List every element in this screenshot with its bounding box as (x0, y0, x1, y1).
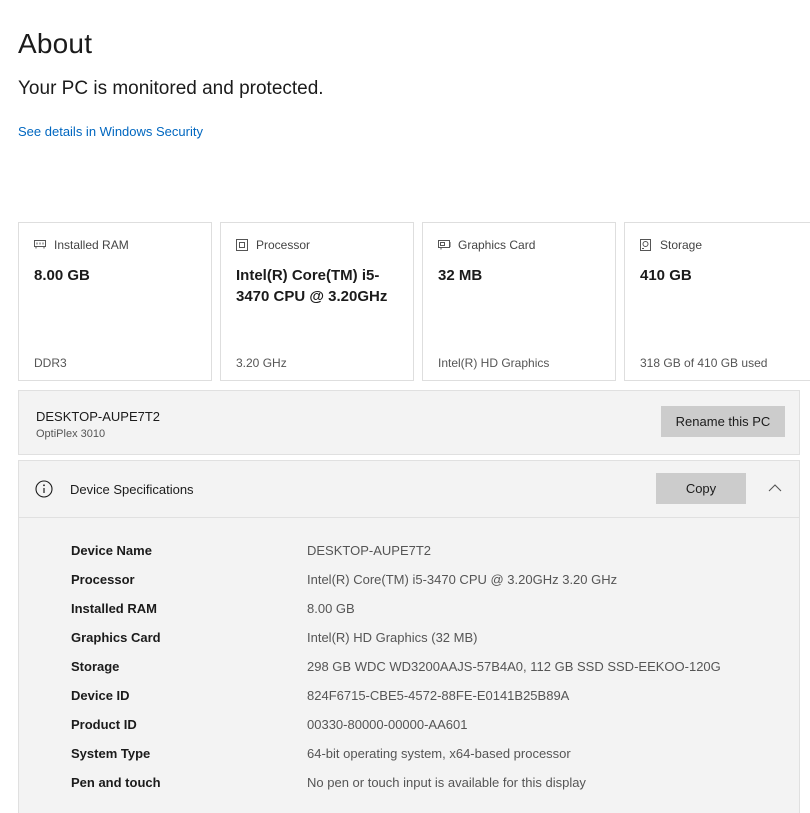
processor-icon (236, 239, 248, 251)
card-label: Graphics Card (458, 238, 536, 252)
ram-icon (34, 239, 46, 251)
page-title: About (18, 28, 93, 59)
summary-cards: Installed RAM 8.00 GB DDR3 Processor Int… (18, 222, 810, 381)
card-storage: Storage 410 GB 318 GB of 410 GB used (624, 222, 810, 381)
card-footer: Intel(R) HD Graphics (438, 356, 550, 370)
card-graphics-card: Graphics Card 32 MB Intel(R) HD Graphics (422, 222, 616, 381)
spec-label: Device ID (71, 688, 130, 703)
storage-icon (640, 239, 652, 251)
card-value: Intel(R) Core(TM) i5-3470 CPU @ 3.20GHz (236, 267, 388, 305)
spec-label: Device Name (71, 543, 152, 558)
spec-label: Installed RAM (71, 601, 157, 616)
spec-value: No pen or touch input is available for t… (307, 775, 586, 790)
card-footer: 318 GB of 410 GB used (640, 356, 768, 370)
about-page: About Your PC is monitored and protected… (0, 0, 810, 813)
spec-label: Processor (71, 572, 135, 587)
card-footer: 3.20 GHz (236, 356, 287, 370)
pc-model: OptiPlex 3010 (36, 428, 106, 440)
card-processor: Processor Intel(R) Core(TM) i5-3470 CPU … (220, 222, 414, 381)
chevron-up-icon[interactable] (767, 481, 783, 493)
spec-label: Graphics Card (71, 630, 161, 645)
spec-value: Intel(R) Core(TM) i5-3470 CPU @ 3.20GHz … (307, 572, 618, 587)
pc-name: DESKTOP-AUPE7T2 (36, 409, 161, 424)
spec-value: 8.00 GB (307, 601, 355, 616)
windows-security-link[interactable]: See details in Windows Security (18, 124, 203, 139)
spec-label: Storage (71, 659, 120, 674)
card-label: Storage (660, 238, 703, 252)
protection-status: Your PC is monitored and protected. (18, 78, 324, 99)
copy-button[interactable]: Copy (656, 473, 746, 504)
card-installed-ram: Installed RAM 8.00 GB DDR3 (18, 222, 212, 381)
device-specifications-panel: Device Specifications Copy Device Name D… (18, 460, 800, 813)
card-label: Installed RAM (54, 238, 129, 252)
card-value: 410 GB (640, 267, 692, 284)
pc-name-bar: DESKTOP-AUPE7T2 OptiPlex 3010 Rename thi… (18, 390, 800, 455)
spec-value: 64-bit operating system, x64-based proce… (307, 746, 571, 761)
graphics-card-icon (438, 239, 451, 251)
card-label: Processor (256, 238, 311, 252)
spec-label: Product ID (71, 717, 137, 732)
rename-pc-button[interactable]: Rename this PC (661, 406, 785, 437)
spec-value: 824F6715-CBE5-4572-88FE-E0141B25B89A (307, 688, 570, 703)
spec-value: 00330-80000-00000-AA601 (307, 717, 468, 732)
spec-value: 298 GB WDC WD3200AAJS-57B4A0, 112 GB SSD… (307, 659, 721, 674)
spec-label: System Type (71, 746, 151, 761)
spec-value: Intel(R) HD Graphics (32 MB) (307, 630, 478, 645)
info-icon (35, 480, 53, 498)
spec-label: Pen and touch (71, 775, 161, 790)
spec-value: DESKTOP-AUPE7T2 (307, 543, 432, 558)
card-value: 8.00 GB (34, 267, 90, 284)
card-value: 32 MB (438, 267, 483, 284)
card-footer: DDR3 (34, 356, 67, 370)
device-specifications-title: Device Specifications (70, 482, 194, 497)
device-specifications-header[interactable]: Device Specifications Copy (19, 461, 799, 518)
